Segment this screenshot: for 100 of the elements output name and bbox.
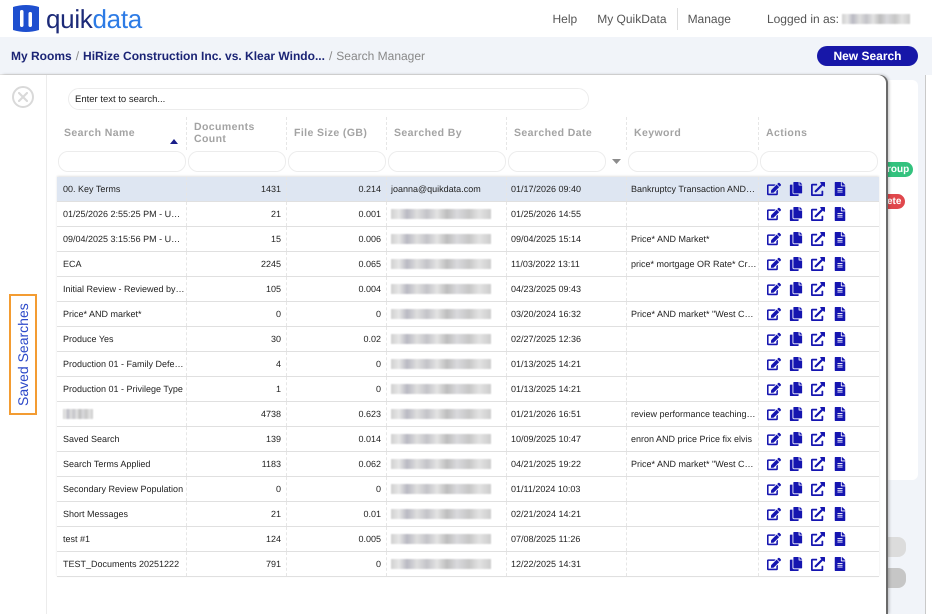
new-search-button[interactable]: New Search: [817, 46, 918, 66]
external-link-icon[interactable]: [811, 382, 825, 396]
document-icon[interactable]: [833, 257, 847, 271]
document-icon[interactable]: [833, 282, 847, 296]
edit-icon[interactable]: [767, 182, 781, 196]
document-icon[interactable]: [833, 507, 847, 521]
table-row[interactable]: TEST_Documents 20251222 791 0 12/22/2025 14:31: [57, 552, 879, 577]
document-icon[interactable]: [833, 432, 847, 446]
edit-icon[interactable]: [767, 532, 781, 546]
document-icon[interactable]: [833, 332, 847, 346]
filter-field[interactable]: [760, 151, 878, 172]
external-link-icon[interactable]: [811, 507, 825, 521]
sort-ascending-icon[interactable]: [170, 139, 178, 144]
table-row[interactable]: 4738 0.623 01/21/2026 16:51 review performance teaching…: [57, 402, 879, 427]
document-icon[interactable]: [833, 307, 847, 321]
filter-field[interactable]: [508, 151, 606, 172]
background-button[interactable]: [886, 537, 906, 557]
copy-icon[interactable]: [789, 207, 803, 221]
table-row[interactable]: test #1 124 0.005 07/08/2025 11:26: [57, 527, 879, 552]
copy-icon[interactable]: [789, 507, 803, 521]
document-icon[interactable]: [833, 457, 847, 471]
filter-field[interactable]: [58, 151, 186, 172]
edit-icon[interactable]: [767, 507, 781, 521]
nav-link[interactable]: Manage: [678, 12, 741, 26]
filter-field[interactable]: [188, 151, 286, 172]
document-icon[interactable]: [833, 532, 847, 546]
copy-icon[interactable]: [789, 332, 803, 346]
table-row[interactable]: Produce Yes 30 0.02 02/27/2025 12:36: [57, 327, 879, 352]
table-row[interactable]: Initial Review - Reviewed by… 105 0.004 04/23/2025 09:43: [57, 277, 879, 302]
document-icon[interactable]: [833, 357, 847, 371]
breadcrumb-link[interactable]: My Rooms: [11, 49, 72, 63]
edit-icon[interactable]: [767, 382, 781, 396]
edit-icon[interactable]: [767, 332, 781, 346]
copy-icon[interactable]: [789, 357, 803, 371]
external-link-icon[interactable]: [811, 332, 825, 346]
document-icon[interactable]: [833, 382, 847, 396]
table-row[interactable]: Search Terms Applied 1183 0.062 04/21/2025 19:22 Price* AND market* "West C…: [57, 452, 879, 477]
external-link-icon[interactable]: [811, 457, 825, 471]
table-row[interactable]: Secondary Review Population 0 0 01/11/2024 10:03: [57, 477, 879, 502]
copy-icon[interactable]: [789, 307, 803, 321]
external-link-icon[interactable]: [811, 232, 825, 246]
dropdown-caret-icon[interactable]: [612, 159, 621, 164]
copy-icon[interactable]: [789, 457, 803, 471]
external-link-icon[interactable]: [811, 532, 825, 546]
table-row[interactable]: ECA 2245 0.065 11/03/2022 13:11 price* mortgage OR Rate* Cr…: [57, 252, 879, 277]
copy-icon[interactable]: [789, 532, 803, 546]
nav-link[interactable]: Help: [542, 12, 588, 26]
document-icon[interactable]: [833, 407, 847, 421]
copy-icon[interactable]: [789, 407, 803, 421]
external-link-icon[interactable]: [811, 207, 825, 221]
table-cell: 0.004: [287, 277, 387, 301]
external-link-icon[interactable]: [811, 182, 825, 196]
edit-icon[interactable]: [767, 407, 781, 421]
filter-field[interactable]: [288, 151, 386, 172]
table-row[interactable]: Production 01 - Privilege Type 1 0 01/13/2025 14:21: [57, 377, 879, 402]
edit-icon[interactable]: [767, 457, 781, 471]
side-tab[interactable]: Saved Searches: [9, 294, 37, 415]
copy-icon[interactable]: [789, 282, 803, 296]
table-row[interactable]: 01/25/2026 2:55:25 PM - U… 21 0.001 01/25/2026 14:55: [57, 202, 879, 227]
table-row[interactable]: Production 01 - Family Defe… 4 0 01/13/2025 14:21: [57, 352, 879, 377]
edit-icon[interactable]: [767, 282, 781, 296]
document-icon[interactable]: [833, 232, 847, 246]
document-icon[interactable]: [833, 557, 847, 571]
copy-icon[interactable]: [789, 482, 803, 496]
table-row[interactable]: Saved Search 139 0.014 10/09/2025 10:47 enron AND price Price fix elvis: [57, 427, 879, 452]
edit-icon[interactable]: [767, 307, 781, 321]
edit-icon[interactable]: [767, 257, 781, 271]
filter-field[interactable]: [628, 151, 758, 172]
copy-icon[interactable]: [789, 557, 803, 571]
table-row[interactable]: Price* AND market* 0 0 03/20/2024 16:32 Price* AND market* "West C…: [57, 302, 879, 327]
edit-icon[interactable]: [767, 557, 781, 571]
nav-link[interactable]: My QuikData: [587, 12, 677, 26]
edit-icon[interactable]: [767, 432, 781, 446]
edit-icon[interactable]: [767, 482, 781, 496]
external-link-icon[interactable]: [811, 257, 825, 271]
external-link-icon[interactable]: [811, 307, 825, 321]
copy-icon[interactable]: [789, 182, 803, 196]
copy-icon[interactable]: [789, 432, 803, 446]
edit-icon[interactable]: [767, 357, 781, 371]
search-field[interactable]: Enter text to search...: [68, 88, 589, 110]
document-icon[interactable]: [833, 207, 847, 221]
copy-icon[interactable]: [789, 257, 803, 271]
external-link-icon[interactable]: [811, 282, 825, 296]
edit-icon[interactable]: [767, 207, 781, 221]
external-link-icon[interactable]: [811, 482, 825, 496]
copy-icon[interactable]: [789, 232, 803, 246]
table-row[interactable]: Short Messages 21 0.01 02/21/2024 14:21: [57, 502, 879, 527]
breadcrumb-link[interactable]: HiRize Construction Inc. vs. Klear Windo...: [83, 49, 325, 63]
table-row[interactable]: 00. Key Terms 1431 0.214 joanna@quikdata.com 01/17/2026 09:40 Bankruptcy Transaction AND…: [57, 177, 879, 202]
background-button[interactable]: [886, 568, 906, 588]
document-icon[interactable]: [833, 182, 847, 196]
table-row[interactable]: 09/04/2025 3:15:56 PM - U… 15 0.006 09/04/2025 15:14 Price* AND Market*: [57, 227, 879, 252]
edit-icon[interactable]: [767, 232, 781, 246]
copy-icon[interactable]: [789, 382, 803, 396]
external-link-icon[interactable]: [811, 432, 825, 446]
external-link-icon[interactable]: [811, 557, 825, 571]
external-link-icon[interactable]: [811, 357, 825, 371]
filter-field[interactable]: [388, 151, 506, 172]
document-icon[interactable]: [833, 482, 847, 496]
external-link-icon[interactable]: [811, 407, 825, 421]
